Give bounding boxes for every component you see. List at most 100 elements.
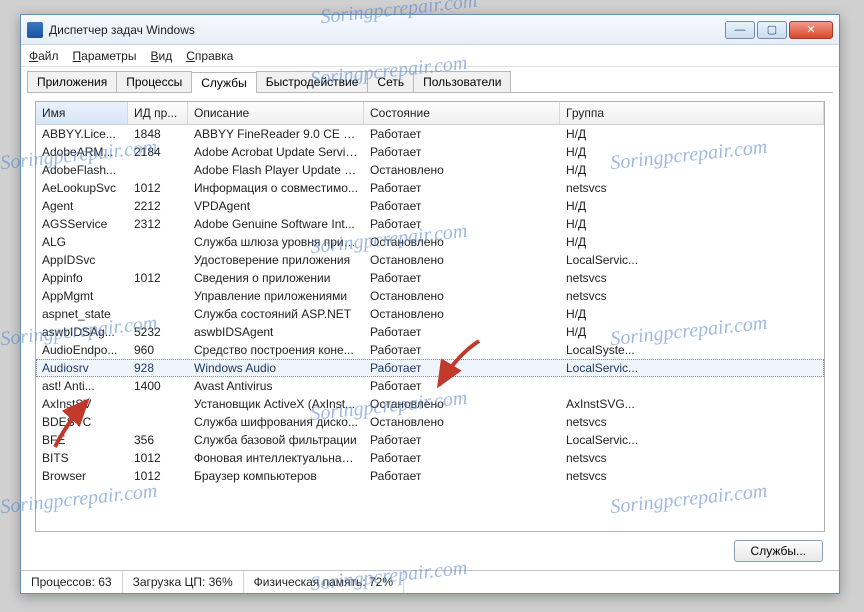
table-cell bbox=[128, 233, 188, 251]
table-cell: Работает bbox=[364, 377, 560, 395]
table-cell: Agent bbox=[36, 197, 128, 215]
table-cell: Средство построения коне... bbox=[188, 341, 364, 359]
table-cell: 928 bbox=[128, 359, 188, 377]
table-cell: Н/Д bbox=[560, 215, 824, 233]
col-status[interactable]: Состояние bbox=[364, 102, 560, 124]
col-description[interactable]: Описание bbox=[188, 102, 364, 124]
titlebar[interactable]: Диспетчер задач Windows — ▢ ✕ bbox=[21, 15, 839, 45]
table-row[interactable]: AGSService2312Adobe Genuine Software Int… bbox=[36, 215, 824, 233]
table-cell: 1400 bbox=[128, 377, 188, 395]
table-row[interactable]: BITS1012Фоновая интеллектуальная...Работ… bbox=[36, 449, 824, 467]
table-cell: Работает bbox=[364, 143, 560, 161]
table-cell: 1012 bbox=[128, 467, 188, 485]
table-cell: Браузер компьютеров bbox=[188, 467, 364, 485]
table-cell: LocalServic... bbox=[560, 251, 824, 269]
table-row[interactable]: AppMgmt Управление приложениямиОстановлен… bbox=[36, 287, 824, 305]
table-row[interactable]: ast! Anti...1400Avast AntivirusРаботает bbox=[36, 377, 824, 395]
table-cell: Работает bbox=[364, 215, 560, 233]
table-row[interactable]: AdobeARM...2184Adobe Acrobat Update Serv… bbox=[36, 143, 824, 161]
table-cell: Остановлено bbox=[364, 287, 560, 305]
status-cpu: Загрузка ЦП: 36% bbox=[123, 571, 244, 593]
table-cell: aswbIDSAg... bbox=[36, 323, 128, 341]
services-button[interactable]: Службы... bbox=[734, 540, 823, 562]
table-cell: Фоновая интеллектуальная... bbox=[188, 449, 364, 467]
table-cell: Работает bbox=[364, 467, 560, 485]
menu-file[interactable]: Файл bbox=[29, 49, 59, 63]
table-cell: Н/Д bbox=[560, 197, 824, 215]
table-row[interactable]: BDESVCСлужба шифрования диско...Остановл… bbox=[36, 413, 824, 431]
table-cell: LocalSyste... bbox=[560, 341, 824, 359]
table-row[interactable]: AxInstSVУстановщик ActiveX (AxInst...Ост… bbox=[36, 395, 824, 413]
table-row[interactable]: AudioEndpo...960Средство построения коне… bbox=[36, 341, 824, 359]
table-cell: AppMgmt bbox=[36, 287, 128, 305]
col-name[interactable]: Имя bbox=[36, 102, 128, 124]
table-cell: AxInstSV bbox=[36, 395, 128, 413]
table-row[interactable]: AeLookupSvc1012Информация о совместимо..… bbox=[36, 179, 824, 197]
table-cell bbox=[128, 287, 188, 305]
table-cell: Н/Д bbox=[560, 143, 824, 161]
table-row[interactable]: aswbIDSAg...5232aswbIDSAgentРаботаетН/Д bbox=[36, 323, 824, 341]
table-row[interactable]: AdobeFlash...Adobe Flash Player Update S… bbox=[36, 161, 824, 179]
table-cell: AGSService bbox=[36, 215, 128, 233]
table-cell: aswbIDSAgent bbox=[188, 323, 364, 341]
table-cell bbox=[128, 161, 188, 179]
tab-performance[interactable]: Быстродействие bbox=[256, 71, 369, 92]
table-cell: ABBYY FineReader 9.0 CE Lic... bbox=[188, 125, 364, 143]
table-cell: 1012 bbox=[128, 269, 188, 287]
tab-applications[interactable]: Приложения bbox=[27, 71, 117, 92]
maximize-button[interactable]: ▢ bbox=[757, 21, 787, 39]
table-row[interactable]: ABBYY.Lice...1848ABBYY FineReader 9.0 CE… bbox=[36, 125, 824, 143]
table-row[interactable]: aspnet_stateСлужба состояний ASP.NETОста… bbox=[36, 305, 824, 323]
table-cell: Windows Audio bbox=[188, 359, 364, 377]
table-cell: ast! Anti... bbox=[36, 377, 128, 395]
table-row[interactable]: ALGСлужба шлюза уровня прил...Остановлен… bbox=[36, 233, 824, 251]
table-cell: Н/Д bbox=[560, 323, 824, 341]
table-cell: Работает bbox=[364, 359, 560, 377]
table-cell: BFE bbox=[36, 431, 128, 449]
status-bar: Процессов: 63 Загрузка ЦП: 36% Физическа… bbox=[21, 570, 839, 593]
tab-services[interactable]: Службы bbox=[191, 72, 256, 93]
table-cell bbox=[128, 413, 188, 431]
tab-network[interactable]: Сеть bbox=[367, 71, 414, 92]
tab-processes[interactable]: Процессы bbox=[116, 71, 192, 92]
table-cell: Удостоверение приложения bbox=[188, 251, 364, 269]
table-cell: Сведения о приложении bbox=[188, 269, 364, 287]
table-row[interactable]: BFE356Служба базовой фильтрацииРаботаетL… bbox=[36, 431, 824, 449]
window-title: Диспетчер задач Windows bbox=[49, 23, 725, 37]
table-cell: Управление приложениями bbox=[188, 287, 364, 305]
table-cell: Служба шлюза уровня прил... bbox=[188, 233, 364, 251]
table-row[interactable]: Appinfo1012Сведения о приложенииРаботает… bbox=[36, 269, 824, 287]
col-pid[interactable]: ИД пр... bbox=[128, 102, 188, 124]
table-cell: Работает bbox=[364, 431, 560, 449]
services-list[interactable]: Имя ИД пр... Описание Состояние Группа A… bbox=[35, 101, 825, 532]
table-cell: ALG bbox=[36, 233, 128, 251]
menu-view[interactable]: Вид bbox=[150, 49, 172, 63]
status-processes: Процессов: 63 bbox=[21, 571, 123, 593]
table-row[interactable]: Agent2212VPDAgentРаботаетН/Д bbox=[36, 197, 824, 215]
table-cell: Работает bbox=[364, 341, 560, 359]
table-cell: 1012 bbox=[128, 449, 188, 467]
table-cell: Работает bbox=[364, 269, 560, 287]
table-cell: netsvcs bbox=[560, 449, 824, 467]
table-cell bbox=[128, 305, 188, 323]
close-button[interactable]: ✕ bbox=[789, 21, 833, 39]
table-cell: netsvcs bbox=[560, 269, 824, 287]
table-row[interactable]: AppIDSvcУдостоверение приложенияОстановл… bbox=[36, 251, 824, 269]
menu-options[interactable]: Параметры bbox=[73, 49, 137, 63]
table-cell: netsvcs bbox=[560, 413, 824, 431]
col-group[interactable]: Группа bbox=[560, 102, 824, 124]
minimize-button[interactable]: — bbox=[725, 21, 755, 39]
table-row[interactable]: Browser1012Браузер компьютеровРаботаетne… bbox=[36, 467, 824, 485]
menu-help[interactable]: Справка bbox=[186, 49, 233, 63]
table-cell: Информация о совместимо... bbox=[188, 179, 364, 197]
table-cell bbox=[128, 251, 188, 269]
table-cell: netsvcs bbox=[560, 287, 824, 305]
table-row[interactable]: Audiosrv928Windows AudioРаботаетLocalSer… bbox=[36, 359, 824, 377]
table-cell: ABBYY.Lice... bbox=[36, 125, 128, 143]
tab-strip: Приложения Процессы Службы Быстродействи… bbox=[21, 67, 839, 92]
table-cell: Остановлено bbox=[364, 251, 560, 269]
tab-users[interactable]: Пользователи bbox=[413, 71, 511, 92]
table-cell: Adobe Flash Player Update S... bbox=[188, 161, 364, 179]
services-tab-page: Имя ИД пр... Описание Состояние Группа A… bbox=[27, 92, 833, 570]
table-cell: Служба состояний ASP.NET bbox=[188, 305, 364, 323]
